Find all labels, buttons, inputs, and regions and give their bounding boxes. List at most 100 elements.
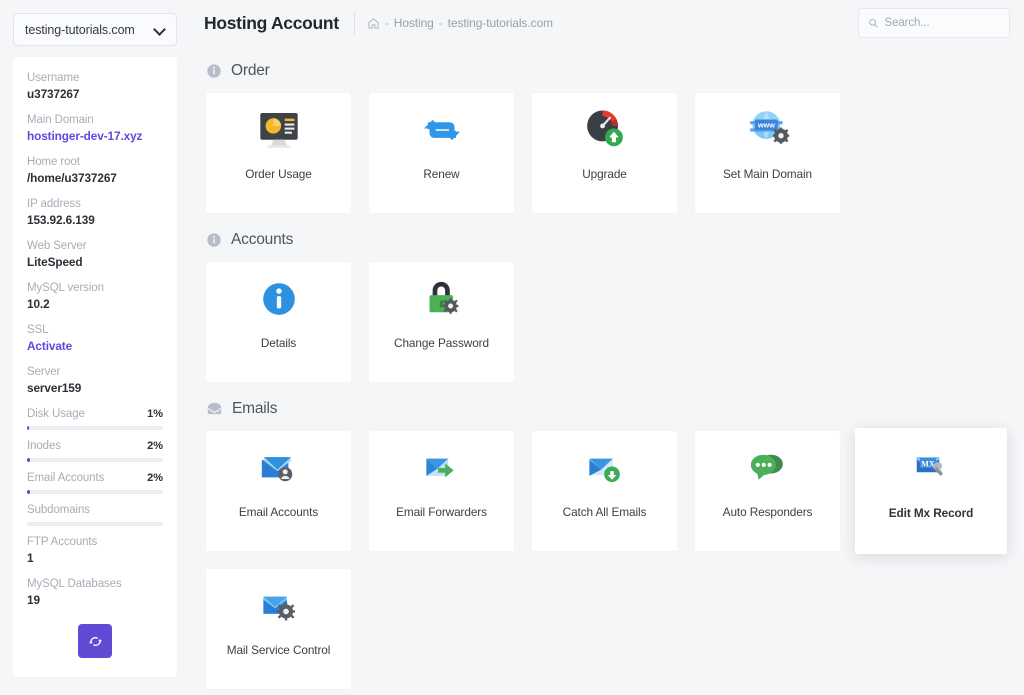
account-counter-value: 1	[27, 551, 34, 565]
tool-card[interactable]: Details	[206, 262, 351, 382]
usage-meter-top: Disk Usage 1%	[27, 407, 163, 422]
tool-card[interactable]: Renew	[369, 93, 514, 213]
main-area: Hosting Account - Hosting - testing-tuto…	[190, 0, 1024, 695]
chevron-down-icon	[154, 24, 165, 35]
envelope-icon	[206, 401, 223, 418]
tool-card-label: Upgrade	[582, 167, 627, 181]
tool-card[interactable]: MX Edit Mx Record	[855, 428, 1007, 554]
tool-card[interactable]: Email Accounts	[206, 431, 351, 551]
account-fields: Username u3737267 Main Domain hostinger-dev…	[27, 71, 163, 396]
tool-card-label: Renew	[423, 167, 460, 181]
usage-meter-fill	[27, 490, 31, 494]
section-title: Emails	[232, 400, 278, 417]
tool-card[interactable]: Change Password	[369, 262, 514, 382]
section-header: Order	[206, 54, 1010, 88]
mx-wrench-icon: MX	[855, 428, 1007, 506]
account-field: SSL Activate	[27, 323, 163, 354]
account-field-label: Main Domain	[27, 114, 94, 126]
gauge-upgrade-icon	[532, 93, 677, 167]
usage-meter-top: Subdomains	[27, 503, 163, 518]
breadcrumb-item-domain[interactable]: testing-tutorials.com	[448, 16, 553, 30]
account-field-label: Username	[27, 72, 80, 84]
content-area: Order Order Usage Renew Upgrade www Set Main …	[190, 46, 1024, 695]
usage-meter-top: Inodes 2%	[27, 439, 163, 454]
tool-card-label: Set Main Domain	[723, 167, 812, 181]
tool-card[interactable]: Mail Service Control	[206, 569, 351, 689]
account-field-label: MySQL version	[27, 282, 104, 294]
card-grid: Order Usage Renew Upgrade www Set Main Domai…	[206, 93, 1010, 213]
account-field-value: 153.92.6.139	[27, 213, 95, 227]
account-field-value: 10.2	[27, 297, 50, 311]
mail-forward-icon	[369, 431, 514, 505]
usage-meter-bar	[27, 522, 163, 526]
mail-user-icon	[206, 431, 351, 505]
account-field-value[interactable]: hostinger-dev-17.xyz	[27, 128, 163, 144]
usage-meter-percent: 2%	[147, 472, 163, 484]
sidebar: testing-tutorials.com Username u3737267 Ma…	[0, 0, 190, 695]
home-icon[interactable]	[367, 17, 380, 30]
account-field: MySQL version 10.2	[27, 281, 163, 312]
usage-meter-percent: 1%	[147, 408, 163, 420]
search-box[interactable]	[858, 8, 1010, 38]
tool-card[interactable]: www Set Main Domain	[695, 93, 840, 213]
account-field-value: /home/u3737267	[27, 171, 117, 185]
account-field-label: Home root	[27, 156, 80, 168]
account-field: Web Server LiteSpeed	[27, 239, 163, 270]
account-field: Home root/home/u3737267	[27, 155, 163, 186]
usage-meter: Subdomains	[27, 503, 163, 526]
mail-gear-icon	[206, 569, 351, 643]
search-input[interactable]	[884, 17, 1000, 29]
domain-selector[interactable]: testing-tutorials.com	[13, 13, 177, 46]
domain-selector-value: testing-tutorials.com	[25, 22, 135, 37]
account-field-value: u3737267	[27, 87, 80, 101]
card-grid: Email Accounts Email Forwarders Catch All …	[206, 428, 1010, 689]
account-counter: MySQL Databases 19	[27, 577, 163, 608]
tool-card-label: Details	[260, 336, 297, 350]
usage-meter: Email Accounts 2%	[27, 471, 163, 494]
section-list: Order Order Usage Renew Upgrade www Set Main …	[206, 54, 1010, 689]
breadcrumb-sep-1: -	[384, 16, 389, 30]
section: Order Order Usage Renew Upgrade www Set Main …	[206, 54, 1010, 213]
svg-text:www: www	[756, 121, 774, 130]
account-field-value: server159	[27, 381, 82, 395]
lock-gear-icon	[369, 262, 514, 336]
chat-bubbles-icon	[695, 431, 840, 505]
account-counter: FTP Accounts 1	[27, 535, 163, 566]
tool-card[interactable]: Auto Responders	[695, 431, 840, 551]
tool-card[interactable]: Catch All Emails	[532, 431, 677, 551]
refresh-icon	[88, 636, 102, 646]
account-counter-value: 19	[27, 593, 40, 607]
usage-meter-percent: 2%	[147, 440, 163, 452]
renew-loop-icon	[369, 93, 514, 167]
tool-card-label: Catch All Emails	[562, 505, 647, 519]
topbar: Hosting Account - Hosting - testing-tuto…	[190, 0, 1024, 46]
tool-card-label: Edit Mx Record	[888, 506, 974, 520]
usage-meter-bar	[27, 458, 163, 462]
refresh-button[interactable]	[78, 624, 112, 658]
tool-card[interactable]: Upgrade	[532, 93, 677, 213]
account-counter-label: MySQL Databases	[27, 578, 122, 590]
section-title: Order	[231, 62, 270, 79]
usage-meter-top: Email Accounts 2%	[27, 471, 163, 486]
breadcrumb-sep-2: -	[438, 16, 443, 30]
monitor-chart-icon	[206, 93, 351, 167]
section-header: Emails	[206, 392, 1010, 426]
card-grid: Details Change Password	[206, 262, 1010, 382]
usage-meter-fill	[27, 426, 30, 430]
refresh-row	[27, 624, 163, 658]
section-header: Accounts	[206, 223, 1010, 257]
usage-meter-bar	[27, 426, 163, 430]
tool-card-label: Change Password	[394, 336, 489, 350]
breadcrumb: - Hosting - testing-tutorials.com	[367, 16, 553, 30]
account-field-label: Server	[27, 366, 61, 378]
usage-meter-label: Subdomains	[27, 504, 90, 516]
account-field: Server server159	[27, 365, 163, 396]
account-field: Username u3737267	[27, 71, 163, 102]
info-blue-circle-icon	[206, 262, 351, 336]
tool-card-label: Email Accounts	[238, 505, 319, 519]
tool-card[interactable]: Email Forwarders	[369, 431, 514, 551]
account-field-value[interactable]: Activate	[27, 338, 163, 354]
breadcrumb-item-hosting[interactable]: Hosting	[394, 16, 434, 30]
tool-card-label: Auto Responders	[722, 505, 813, 519]
tool-card[interactable]: Order Usage	[206, 93, 351, 213]
